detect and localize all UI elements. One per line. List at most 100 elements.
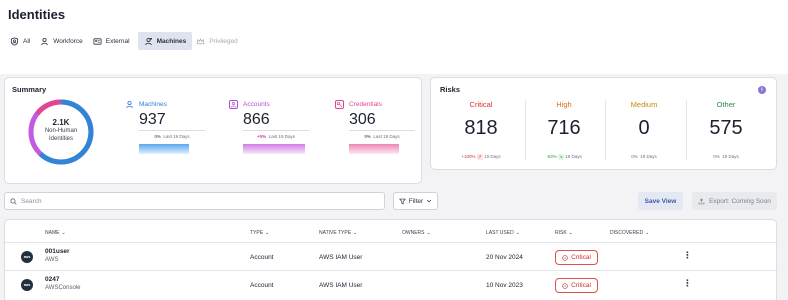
accounts-trend-bar [243, 144, 305, 154]
column-header-native-type[interactable]: NATIVE TYPE ⌄ [319, 230, 357, 236]
info-icon[interactable]: i [758, 86, 766, 94]
change-period: 19 Days [565, 154, 582, 159]
risk-value: 575 [709, 117, 743, 139]
divider [139, 130, 205, 131]
name-cell[interactable]: 0247 AWSConsole [45, 276, 80, 291]
tab-label: External [105, 37, 130, 45]
tab-external[interactable]: External [91, 32, 136, 50]
machine-user-icon [144, 37, 152, 45]
metric-credentials[interactable]: Credentials 306 0% Last 19 Days [335, 100, 415, 154]
change-value: +0% [257, 134, 267, 139]
aws-logo-icon: aws [21, 251, 33, 263]
tab-label: Machines [156, 37, 187, 45]
summary-card: Summary 2.1K Non-Human Identities Machin… [4, 77, 422, 184]
tab-workforce[interactable]: Workforce [38, 32, 89, 50]
aws-logo-icon: aws [21, 279, 33, 291]
search-box[interactable] [4, 192, 385, 210]
column-header-discovered[interactable]: DISCOVERED ⌄ [610, 230, 649, 236]
native-type-cell: AWS IAM User [319, 254, 363, 261]
machine-user-icon [125, 100, 134, 109]
search-input[interactable] [21, 197, 361, 205]
risk-high[interactable]: High 716 [524, 100, 604, 140]
metric-change: +0% Last 19 Days [243, 134, 309, 139]
chevron-down-icon [427, 199, 432, 203]
risk-label: Medium [630, 100, 658, 109]
risk-medium[interactable]: Medium 0 [604, 100, 684, 140]
column-header-owners[interactable]: OWNERS ⌄ [402, 230, 431, 236]
trend-up-icon: ↗ [476, 154, 483, 160]
metric-label: Machines [139, 101, 167, 108]
filter-icon [398, 198, 406, 204]
risk-change: 0% 19 Days [604, 154, 684, 159]
export-label: Export: Coming Soon [709, 197, 771, 205]
risk-change: -53% ↘ 19 Days [524, 154, 604, 160]
metric-change: 0% Last 19 Days [139, 134, 205, 139]
metric-value: 866 [243, 111, 270, 128]
risk-change: +100% ↗ 19 Days [441, 154, 521, 160]
column-label: LAST USED [486, 230, 514, 236]
divider [243, 130, 309, 131]
critical-icon [562, 282, 568, 289]
change-period: 19 Days [640, 154, 657, 159]
credentials-trend-bar [349, 144, 399, 154]
type-cell: Account [250, 282, 274, 289]
table-row[interactable]: aws 0247 AWSConsole Account AWS IAM User… [5, 270, 778, 298]
risk-other[interactable]: Other 575 [686, 100, 766, 140]
table-row[interactable]: aws 001user AWS Account AWS IAM User 20 … [5, 242, 778, 270]
risks-title: Risks [440, 85, 461, 94]
chevron-down-icon: ⌄ [645, 230, 650, 236]
machines-trend-bar [139, 144, 189, 154]
column-label: NATIVE TYPE [319, 230, 352, 236]
search-icon [10, 197, 17, 205]
type-cell: Account [250, 254, 274, 261]
id-card-icon [93, 37, 102, 45]
save-view-button[interactable]: Save View [638, 192, 683, 210]
risk-label: Critical [469, 100, 493, 109]
change-period: 19 Days [722, 154, 739, 159]
shield-user-icon [10, 36, 19, 46]
tab-privileged[interactable]: Privileged [194, 32, 244, 50]
column-header-last-used[interactable]: LAST USED ⌄ [486, 230, 520, 236]
donut-center: 2.1K Non-Human Identities [27, 118, 95, 143]
column-header-type[interactable]: TYPE ⌄ [250, 230, 269, 236]
donut-segment-credentials [35, 99, 62, 116]
tab-machines[interactable]: Machines [137, 32, 193, 50]
row-menu-icon[interactable]: ⋮ [683, 250, 692, 261]
metric-machines[interactable]: Machines 937 0% Last 19 Days [125, 100, 205, 154]
change-period: Last 19 Days [373, 134, 400, 139]
crown-icon [196, 37, 205, 44]
chevron-down-icon: ⌄ [353, 230, 358, 236]
export-button[interactable]: Export: Coming Soon [692, 192, 777, 210]
risk-value: 818 [464, 117, 498, 139]
risk-critical[interactable]: Critical 818 [441, 100, 521, 140]
identities-table: NAME ⌄ TYPE ⌄ NATIVE TYPE ⌄ OWNERS ⌄ LAST US… [4, 219, 778, 300]
change-value: 0% [713, 154, 720, 159]
risk-badge-label: Critical [571, 282, 591, 289]
metric-change: 0% Last 19 Days [349, 134, 415, 139]
filter-button[interactable]: Filter [393, 192, 438, 210]
tab-all[interactable]: All [8, 32, 36, 50]
risk-change: 0% 19 Days [686, 154, 766, 159]
identity-source: AWS [45, 257, 59, 263]
row-menu-icon[interactable]: ⋮ [683, 278, 692, 289]
metric-label: Accounts [243, 101, 270, 108]
export-icon [698, 198, 705, 204]
filter-label: Filter [408, 197, 424, 205]
metric-accounts[interactable]: Accounts 866 +0% Last 19 Days [229, 100, 309, 154]
risk-badge: Critical [555, 278, 598, 293]
column-header-name[interactable]: NAME ⌄ [45, 230, 66, 236]
name-cell[interactable]: 001user AWS [45, 248, 70, 263]
risk-value: 716 [547, 117, 581, 139]
person-icon [41, 37, 49, 45]
column-label: NAME [45, 230, 60, 236]
total-identities-value: 2.1K [52, 118, 70, 127]
column-header-risk[interactable]: RISK ⌄ [555, 230, 573, 236]
chevron-down-icon: ⌄ [515, 230, 520, 236]
tab-label: All [23, 37, 31, 45]
page-title: Identities [8, 7, 66, 22]
last-used-cell: 20 Nov 2024 [486, 254, 523, 261]
native-type-cell: AWS IAM User [319, 282, 363, 289]
account-icon [229, 100, 238, 109]
change-value: 0% [364, 134, 371, 139]
summary-title: Summary [12, 85, 47, 94]
